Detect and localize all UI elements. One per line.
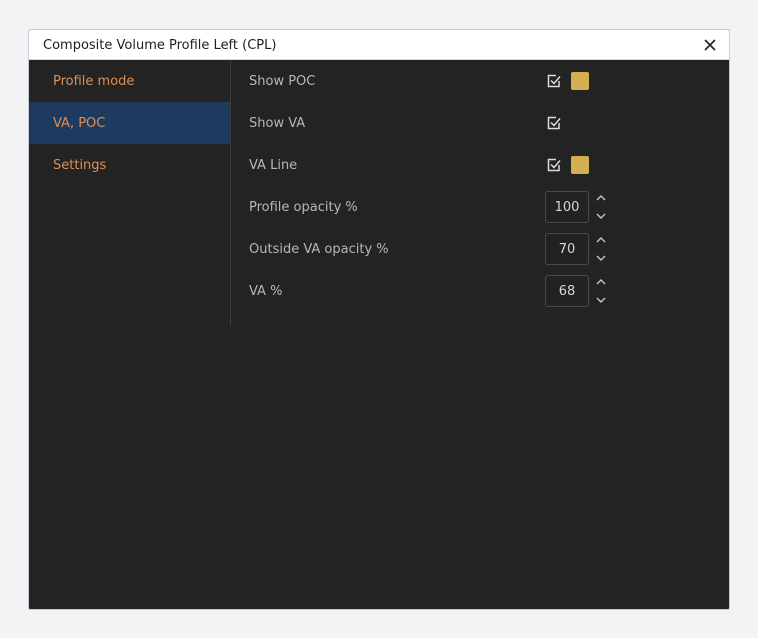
- show-va-label: Show VA: [249, 115, 306, 131]
- chevron-down-icon[interactable]: [595, 253, 607, 263]
- show-va-controls: [545, 102, 563, 144]
- va-line-checkbox[interactable]: [545, 156, 563, 174]
- va-percent-input[interactable]: 68: [545, 275, 589, 307]
- chevron-up-icon[interactable]: [595, 277, 607, 287]
- show-poc-label: Show POC: [249, 73, 316, 89]
- va-percent-row: VA % 68: [249, 270, 729, 312]
- chevron-up-icon[interactable]: [595, 235, 607, 245]
- va-percent-label: VA %: [249, 283, 283, 299]
- show-poc-checkbox[interactable]: [545, 72, 563, 90]
- sidebar-item-label: Profile mode: [53, 73, 135, 89]
- close-button[interactable]: [699, 34, 721, 56]
- checkbox-checked-icon: [547, 74, 561, 88]
- va-line-controls: [545, 144, 589, 186]
- close-icon: [704, 39, 716, 51]
- settings-dialog: Composite Volume Profile Left (CPL) Prof…: [28, 29, 730, 610]
- profile-opacity-row: Profile opacity % 100: [249, 186, 729, 228]
- show-va-row: Show VA: [249, 102, 729, 144]
- checkbox-checked-icon: [547, 116, 561, 130]
- va-line-row: VA Line: [249, 144, 729, 186]
- chevron-up-icon[interactable]: [595, 193, 607, 203]
- va-line-color-swatch[interactable]: [571, 156, 589, 174]
- sidebar-item-profile-mode[interactable]: Profile mode: [29, 60, 230, 102]
- sidebar-item-settings[interactable]: Settings: [29, 144, 230, 186]
- settings-content: Show POC Show VA VA Line Profile opacity…: [231, 60, 729, 326]
- dialog-title: Composite Volume Profile Left (CPL): [43, 38, 277, 53]
- sidebar-item-va-poc[interactable]: VA, POC: [29, 102, 230, 144]
- show-poc-row: Show POC: [249, 60, 729, 102]
- outside-va-opacity-row: Outside VA opacity % 70: [249, 228, 729, 270]
- profile-opacity-label: Profile opacity %: [249, 199, 358, 215]
- outside-va-opacity-input[interactable]: 70: [545, 233, 589, 265]
- va-line-label: VA Line: [249, 157, 298, 173]
- chevron-down-icon[interactable]: [595, 211, 607, 221]
- sidebar-item-label: VA, POC: [53, 115, 106, 131]
- sidebar: Profile mode VA, POC Settings: [29, 60, 231, 326]
- profile-opacity-stepper[interactable]: [595, 193, 607, 221]
- chevron-down-icon[interactable]: [595, 295, 607, 305]
- poc-color-swatch[interactable]: [571, 72, 589, 90]
- profile-opacity-input[interactable]: 100: [545, 191, 589, 223]
- outside-va-opacity-stepper[interactable]: [595, 235, 607, 263]
- outside-va-opacity-label: Outside VA opacity %: [249, 241, 389, 257]
- sidebar-item-label: Settings: [53, 157, 107, 173]
- checkbox-checked-icon: [547, 158, 561, 172]
- show-poc-controls: [545, 60, 589, 102]
- title-bar: Composite Volume Profile Left (CPL): [29, 30, 729, 60]
- va-percent-stepper[interactable]: [595, 277, 607, 305]
- show-va-checkbox[interactable]: [545, 114, 563, 132]
